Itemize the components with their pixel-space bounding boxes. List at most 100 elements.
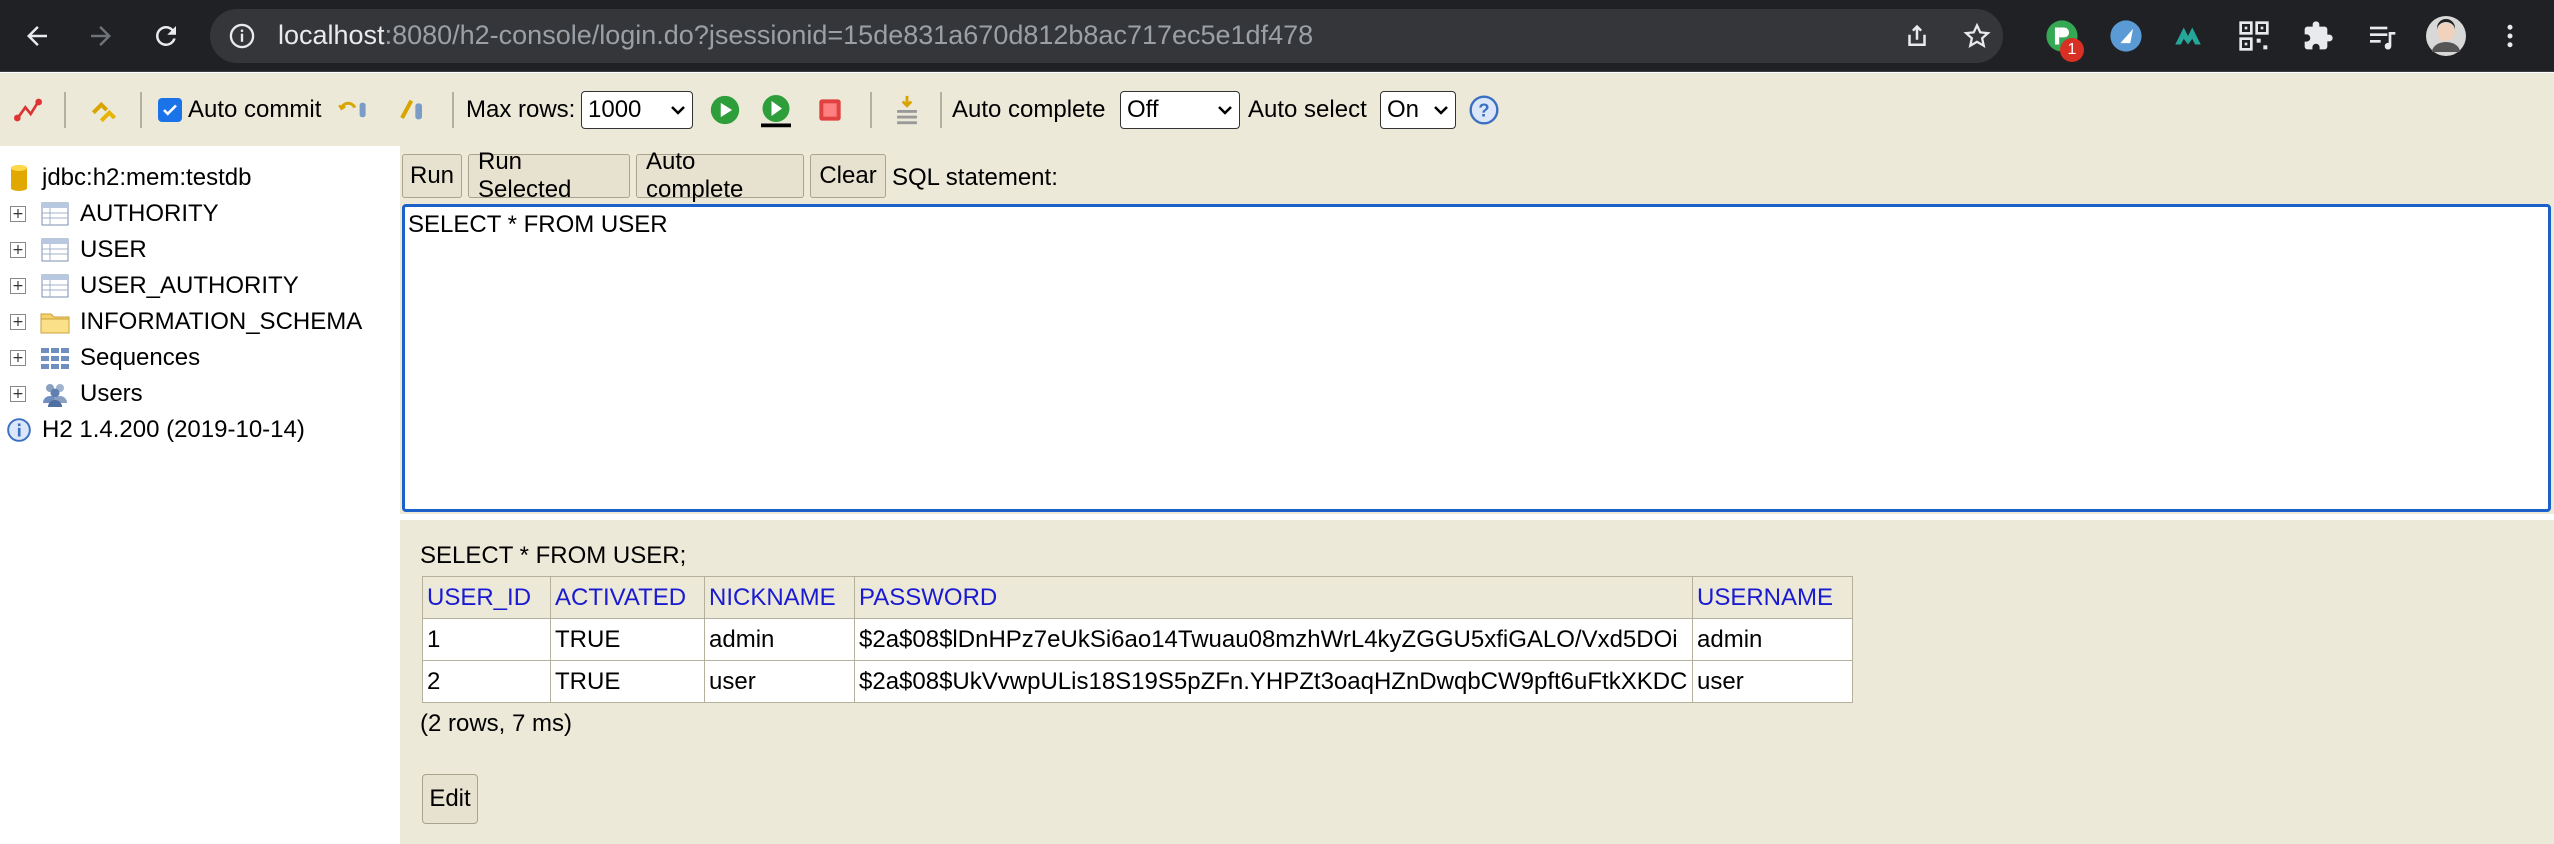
- result-panel: SELECT * FROM USER; USER_ID ACTIVATED NI…: [400, 520, 2554, 844]
- sequence-icon: [40, 345, 70, 371]
- qr-icon[interactable]: [2232, 14, 2276, 58]
- max-rows-value: 1000: [588, 95, 642, 123]
- refresh-icon[interactable]: [88, 73, 120, 146]
- auto-commit-label: Auto commit: [188, 95, 322, 123]
- auto-complete-select[interactable]: Off: [1120, 73, 1240, 146]
- result-table: USER_ID ACTIVATED NICKNAME PASSWORD USER…: [422, 576, 1853, 703]
- column-header[interactable]: PASSWORD: [854, 576, 1693, 619]
- info-icon[interactable]: [228, 22, 256, 55]
- folder-icon: [40, 309, 70, 335]
- tree-item-label: USER: [80, 236, 147, 263]
- tree-item-label: Users: [80, 380, 143, 407]
- h2-toolbar: Auto commit Max rows: 1000 Auto complete…: [0, 73, 2554, 146]
- tree-item-sequences[interactable]: + Sequences: [0, 340, 200, 376]
- tree-item-information-schema[interactable]: + INFORMATION_SCHEMA: [0, 304, 362, 340]
- table-cell: user: [1692, 660, 1853, 703]
- chevron-down-icon: [1218, 105, 1232, 115]
- table-cell: 1: [422, 618, 551, 661]
- chevron-down-icon: [671, 105, 685, 115]
- table-icon: [40, 201, 70, 227]
- tree-item-user-authority[interactable]: + USER_AUTHORITY: [0, 268, 299, 304]
- table-cell: TRUE: [550, 618, 705, 661]
- extension-icon[interactable]: [2166, 14, 2210, 58]
- extension-badge: 1: [2060, 38, 2084, 62]
- result-query-text: SELECT * FROM USER;: [420, 542, 687, 569]
- puzzle-icon[interactable]: [2296, 14, 2340, 58]
- edit-button[interactable]: Edit: [422, 774, 478, 824]
- auto-complete-button[interactable]: Auto complete: [636, 148, 804, 203]
- column-header[interactable]: USER_ID: [422, 576, 551, 619]
- run-selected-icon[interactable]: [758, 73, 794, 146]
- expand-icon[interactable]: +: [10, 386, 26, 402]
- database-icon: [4, 165, 34, 191]
- table-icon: [40, 273, 70, 299]
- tree-item-label: Sequences: [80, 344, 201, 371]
- stop-icon[interactable]: [814, 73, 846, 146]
- tree-item-label: USER_AUTHORITY: [80, 272, 299, 299]
- clear-button[interactable]: Clear: [810, 154, 886, 198]
- extension-icon[interactable]: [2104, 14, 2148, 58]
- star-icon[interactable]: [1962, 21, 1992, 56]
- auto-select-value: On: [1387, 95, 1420, 123]
- share-icon[interactable]: [1902, 21, 1932, 56]
- max-rows-select[interactable]: 1000: [581, 73, 693, 146]
- reload-icon[interactable]: [143, 13, 189, 59]
- run-selected-button[interactable]: Run Selected: [468, 148, 630, 203]
- auto-commit-checkbox[interactable]: Auto commit: [158, 73, 321, 146]
- table-row: 1 TRUE admin $2a$08$lDnHPz7eUkSi6ao14Twu…: [422, 618, 1853, 661]
- table-cell: admin: [704, 618, 855, 661]
- svg-text:?: ?: [1478, 99, 1489, 120]
- users-icon: [40, 381, 70, 407]
- column-header[interactable]: ACTIVATED: [550, 576, 705, 619]
- avatar[interactable]: [2424, 14, 2468, 58]
- reading-list-icon[interactable]: [2360, 14, 2404, 58]
- back-arrow-icon[interactable]: [14, 13, 60, 59]
- column-header[interactable]: NICKNAME: [704, 576, 855, 619]
- column-header[interactable]: USERNAME: [1692, 576, 1853, 619]
- expand-icon[interactable]: +: [10, 314, 26, 330]
- expand-icon[interactable]: +: [10, 278, 26, 294]
- toolbar-divider: [452, 92, 454, 128]
- commit-icon[interactable]: [398, 73, 430, 146]
- check-icon[interactable]: [158, 97, 182, 122]
- run-icon[interactable]: [708, 73, 742, 146]
- sql-editor[interactable]: SELECT * FROM USER: [402, 204, 2551, 512]
- forward-arrow-icon[interactable]: [78, 13, 124, 59]
- toolbar-divider: [940, 92, 942, 128]
- auto-select-label: Auto select: [1248, 95, 1367, 123]
- table-cell: 2: [422, 660, 551, 703]
- object-tree: jdbc:h2:mem:testdb + AUTHORITY + USER + …: [0, 146, 400, 844]
- tree-item-label: INFORMATION_SCHEMA: [80, 308, 363, 335]
- expand-icon[interactable]: +: [10, 242, 26, 258]
- auto-complete-value: Off: [1127, 95, 1159, 123]
- table-cell: TRUE: [550, 660, 705, 703]
- tree-item-users[interactable]: + Users: [0, 376, 143, 412]
- version-label: H2 1.4.200 (2019-10-14): [42, 416, 305, 443]
- help-icon[interactable]: ?: [1468, 73, 1500, 146]
- run-button[interactable]: Run: [402, 154, 462, 198]
- tree-version: H2 1.4.200 (2019-10-14): [0, 412, 305, 448]
- auto-select-select[interactable]: On: [1380, 73, 1456, 146]
- url-text[interactable]: localhost:8080/h2-console/login.do?jsess…: [278, 20, 1313, 51]
- query-panel: Run Run Selected Auto complete Clear SQL…: [400, 146, 2554, 514]
- tree-connection[interactable]: jdbc:h2:mem:testdb: [0, 160, 251, 196]
- history-icon[interactable]: [890, 73, 924, 146]
- toolbar-divider: [140, 92, 142, 128]
- kebab-menu-icon[interactable]: [2488, 14, 2532, 58]
- tree-item-label: AUTHORITY: [80, 200, 219, 227]
- max-rows-label: Max rows:: [466, 95, 576, 123]
- toolbar-divider: [64, 92, 66, 128]
- disconnect-icon[interactable]: [12, 73, 44, 146]
- tree-item-authority[interactable]: + AUTHORITY: [0, 196, 219, 232]
- tree-item-user[interactable]: + USER: [0, 232, 147, 268]
- expand-icon[interactable]: +: [10, 350, 26, 366]
- table-icon: [40, 237, 70, 263]
- table-header-row: USER_ID ACTIVATED NICKNAME PASSWORD USER…: [422, 576, 1853, 619]
- result-summary: (2 rows, 7 ms): [420, 710, 573, 737]
- address-bar[interactable]: localhost:8080/h2-console/login.do?jsess…: [210, 9, 2003, 63]
- rollback-icon[interactable]: [338, 73, 374, 146]
- expand-icon[interactable]: +: [10, 206, 26, 222]
- chevron-down-icon: [1434, 105, 1448, 115]
- table-cell: admin: [1692, 618, 1853, 661]
- sql-statement-label: SQL statement:: [892, 164, 1058, 191]
